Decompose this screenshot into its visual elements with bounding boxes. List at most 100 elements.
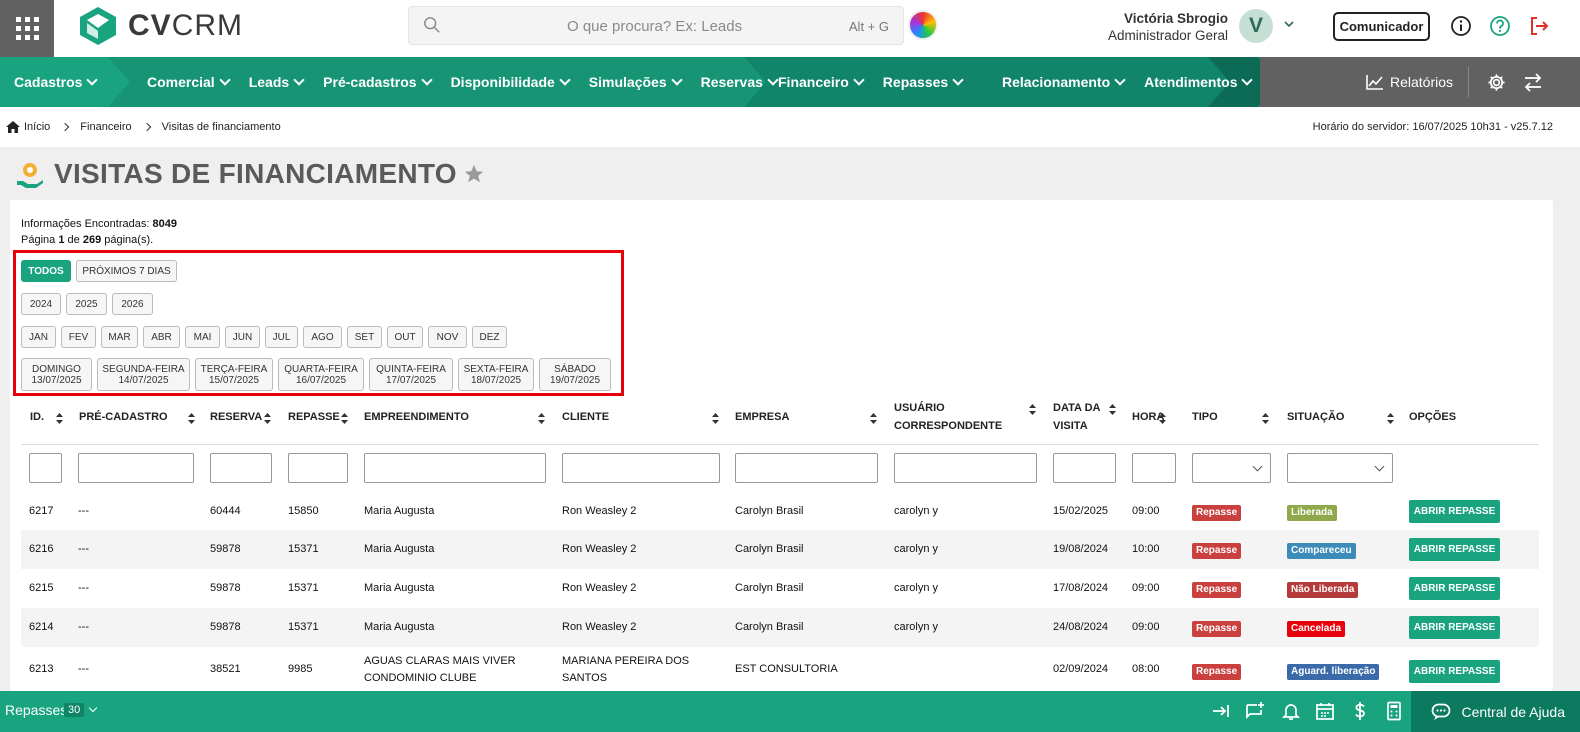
filter-situacao-select[interactable]: [1287, 453, 1393, 483]
filter-next-7-days-button[interactable]: PRÓXIMOS 7 DIAS: [76, 260, 177, 282]
home-icon[interactable]: [6, 121, 20, 133]
col-id[interactable]: ID.: [30, 408, 44, 426]
breadcrumb-home[interactable]: Início: [24, 121, 50, 133]
filter-month-nov[interactable]: NOV: [428, 326, 467, 348]
user-info[interactable]: Victória Sbrogio Administrador Geral: [1108, 10, 1228, 44]
filter-month-out[interactable]: OUT: [387, 326, 423, 348]
calendar-icon[interactable]: [1315, 701, 1335, 721]
footer-dropdown-icon[interactable]: [88, 703, 98, 713]
filter-data-input[interactable]: [1053, 453, 1116, 483]
ai-assistant-icon[interactable]: [908, 10, 938, 40]
col-situacao[interactable]: SITUAÇÃO: [1287, 408, 1344, 426]
nav-disponibilidade[interactable]: Disponibilidade: [441, 74, 579, 90]
nav-simulacoes[interactable]: Simulações: [579, 74, 691, 90]
filter-day-4[interactable]: QUINTA-FEIRA 17/07/2025: [369, 358, 453, 391]
col-pre-cadastro[interactable]: PRÉ-CADASTRO: [79, 408, 168, 426]
open-repasse-button[interactable]: ABRIR REPASSE: [1409, 660, 1500, 683]
nav-comercial[interactable]: Comercial: [137, 74, 239, 90]
filter-todos-button[interactable]: TODOS: [21, 260, 71, 282]
sort-icon[interactable]: [1109, 404, 1116, 415]
col-cliente[interactable]: CLIENTE: [562, 408, 609, 426]
filter-month-jan[interactable]: JAN: [21, 326, 56, 348]
nav-leads[interactable]: Leads: [239, 74, 313, 90]
nav-reports[interactable]: Relatórios: [1366, 57, 1453, 107]
favorite-star-icon[interactable]: [463, 163, 485, 185]
dollar-icon[interactable]: [1350, 701, 1370, 721]
col-reserva[interactable]: RESERVA: [210, 408, 262, 426]
col-empreendimento[interactable]: EMPREENDIMENTO: [364, 408, 469, 426]
filter-month-fev[interactable]: FEV: [61, 326, 96, 348]
filter-month-ago[interactable]: AGO: [303, 326, 342, 348]
sort-icon[interactable]: [1159, 413, 1166, 424]
filter-id-input[interactable]: [29, 453, 62, 483]
filter-repasse-input[interactable]: [288, 453, 348, 483]
avatar[interactable]: V: [1239, 9, 1273, 43]
col-repasse[interactable]: REPASSE: [288, 408, 340, 426]
logout-icon[interactable]: [1528, 15, 1550, 37]
help-icon[interactable]: [1489, 15, 1511, 37]
filter-month-jun[interactable]: JUN: [225, 326, 260, 348]
chat-plus-icon[interactable]: [1245, 701, 1265, 721]
filter-month-dez[interactable]: DEZ: [472, 326, 507, 348]
open-repasse-button[interactable]: ABRIR REPASSE: [1409, 616, 1500, 639]
col-data-visita-1[interactable]: DATA DA: [1053, 399, 1100, 417]
nav-cadastros[interactable]: Cadastros: [4, 74, 106, 90]
filter-day-5[interactable]: SEXTA-FEIRA 18/07/2025: [458, 358, 534, 391]
sort-icon[interactable]: [341, 413, 348, 424]
col-empresa[interactable]: EMPRESA: [735, 408, 789, 426]
open-repasse-button[interactable]: ABRIR REPASSE: [1409, 538, 1500, 561]
nav-pre-cadastros[interactable]: Pré-cadastros: [313, 74, 440, 90]
filter-day-0[interactable]: DOMINGO 13/07/2025: [21, 358, 92, 391]
filter-empresa-input[interactable]: [735, 453, 878, 483]
sort-icon[interactable]: [56, 413, 63, 424]
sort-icon[interactable]: [1029, 404, 1036, 415]
info-icon[interactable]: [1450, 15, 1472, 37]
filter-day-3[interactable]: QUARTA-FEIRA 16/07/2025: [278, 358, 364, 391]
filter-month-mar[interactable]: MAR: [101, 326, 138, 348]
swap-icon[interactable]: [1523, 73, 1543, 92]
col-usuario[interactable]: USUÁRIO: [894, 399, 945, 417]
filter-hora-input[interactable]: [1132, 453, 1176, 483]
logo[interactable]: CVCRM: [78, 6, 243, 46]
filter-month-mai[interactable]: MAI: [185, 326, 220, 348]
nav-repasses[interactable]: Repasses: [873, 74, 972, 90]
sort-icon[interactable]: [1262, 413, 1269, 424]
apps-menu-button[interactable]: [0, 0, 54, 57]
filter-month-set[interactable]: SET: [347, 326, 382, 348]
sort-icon[interactable]: [188, 413, 195, 424]
col-data-visita-2[interactable]: VISITA: [1053, 417, 1088, 435]
filter-reserva-input[interactable]: [210, 453, 272, 483]
bell-icon[interactable]: [1281, 701, 1301, 721]
search-input[interactable]: O que procura? Ex: Leads Alt + G: [408, 6, 904, 45]
breadcrumb-financeiro[interactable]: Financeiro: [80, 121, 131, 133]
nav-financeiro[interactable]: Financeiro: [768, 74, 873, 90]
calculator-icon[interactable]: [1384, 701, 1404, 721]
sort-icon[interactable]: [538, 413, 545, 424]
sort-icon[interactable]: [712, 413, 719, 424]
chevron-down-icon[interactable]: [1284, 20, 1294, 28]
sort-icon[interactable]: [870, 413, 877, 424]
filter-month-abr[interactable]: ABR: [143, 326, 180, 348]
col-correspondente[interactable]: CORRESPONDENTE: [894, 417, 1002, 435]
filter-year-2026[interactable]: 2026: [112, 293, 153, 315]
nav-relacionamento[interactable]: Relacionamento: [992, 74, 1134, 90]
filter-day-1[interactable]: SEGUNDA-FEIRA 14/07/2025: [97, 358, 190, 391]
footer-label[interactable]: Repasses: [5, 702, 67, 718]
filter-usuario-input[interactable]: [894, 453, 1037, 483]
col-tipo[interactable]: TIPO: [1192, 408, 1218, 426]
gear-icon[interactable]: [1487, 73, 1506, 92]
filter-year-2024[interactable]: 2024: [21, 293, 61, 315]
filter-year-2025[interactable]: 2025: [66, 293, 107, 315]
filter-empreendimento-input[interactable]: [364, 453, 546, 483]
sort-icon[interactable]: [264, 413, 271, 424]
collapse-icon[interactable]: [1211, 701, 1231, 721]
filter-day-6[interactable]: SÁBADO 19/07/2025: [539, 358, 611, 391]
filter-day-2[interactable]: TERÇA-FEIRA 15/07/2025: [195, 358, 273, 391]
open-repasse-button[interactable]: ABRIR REPASSE: [1409, 500, 1500, 523]
nav-atendimentos[interactable]: Atendimentos: [1134, 74, 1261, 90]
filter-month-jul[interactable]: JUL: [265, 326, 298, 348]
help-center-button[interactable]: Central de Ajuda: [1411, 691, 1580, 732]
sort-icon[interactable]: [1387, 413, 1394, 424]
open-repasse-button[interactable]: ABRIR REPASSE: [1409, 577, 1500, 600]
filter-cliente-input[interactable]: [562, 453, 720, 483]
